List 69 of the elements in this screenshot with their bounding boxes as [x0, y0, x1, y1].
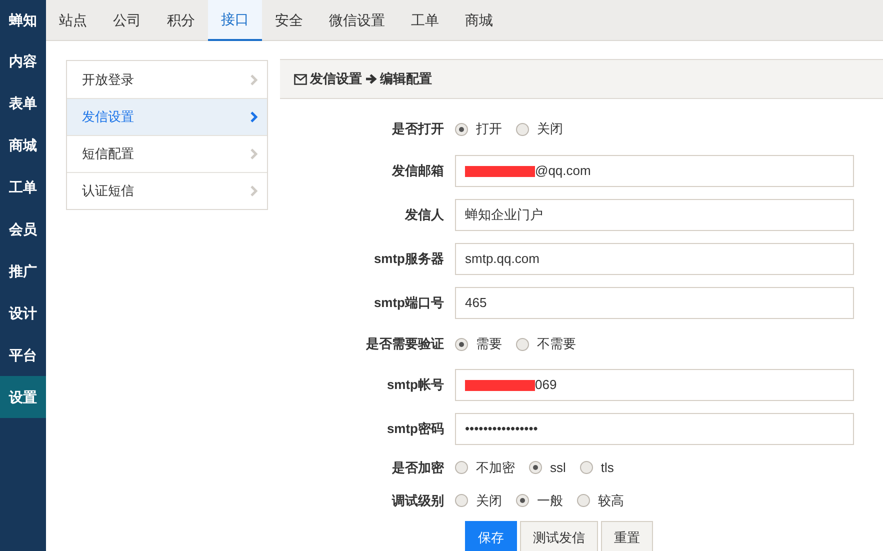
nav-tab[interactable]: 工单: [398, 0, 452, 41]
radio-option[interactable]: 需要: [455, 334, 502, 354]
nav-tab[interactable]: 公司: [100, 0, 154, 41]
chevron-icon: [250, 148, 258, 160]
radio-button[interactable]: [577, 494, 590, 507]
nav-tab[interactable]: 商城: [452, 0, 506, 41]
nav-tab[interactable]: 微信设置: [316, 0, 398, 41]
chevron-icon: [250, 74, 258, 86]
nav-tab[interactable]: 接口: [208, 0, 262, 41]
radio-button[interactable]: [455, 338, 468, 350]
radio-option[interactable]: tls: [580, 458, 614, 478]
radio-button[interactable]: [529, 461, 542, 474]
side-nav-item[interactable]: 推广: [0, 250, 46, 292]
chevron-icon: [250, 111, 258, 123]
panel-title: 发信设置: [310, 70, 362, 88]
field-label: 是否加密: [391, 458, 445, 477]
side-nav-item[interactable]: 商城: [0, 124, 46, 166]
field-label: 是否打开: [391, 120, 445, 138]
field-label: 是否需要验证: [365, 335, 445, 354]
panel-subtitle: 编辑配置: [380, 70, 432, 88]
form-button[interactable]: 测试发信: [520, 521, 598, 551]
radio-button[interactable]: [516, 494, 529, 507]
field-label: 发信人: [404, 206, 445, 224]
radio-option[interactable]: 不需要: [516, 334, 576, 354]
radio-button[interactable]: [516, 338, 529, 350]
nav-tab[interactable]: 站点: [46, 0, 100, 41]
radio-button[interactable]: [516, 122, 529, 136]
side-nav-item[interactable]: 设置: [0, 376, 46, 418]
radio-option[interactable]: 较高: [577, 490, 624, 510]
radio-option[interactable]: 关闭: [516, 119, 563, 139]
radio-option[interactable]: ssl: [529, 458, 566, 478]
brand-logo: 蝉知: [8, 10, 38, 30]
sub-menu-item[interactable]: 开放登录: [67, 61, 267, 98]
field-label: smtp服务器: [372, 250, 445, 268]
field-label: smtp帐号: [386, 376, 445, 394]
radio-button[interactable]: [455, 494, 468, 507]
input-field[interactable]: ••••••••••••••••: [455, 413, 854, 445]
nav-tab[interactable]: 安全: [262, 0, 316, 41]
radio-option[interactable]: 一般: [516, 490, 563, 510]
form-button[interactable]: 保存: [465, 521, 517, 551]
field-label: smtp端口号: [372, 294, 445, 312]
radio-option[interactable]: 打开: [455, 119, 502, 139]
field-label: smtp密码: [386, 420, 445, 438]
radio-button[interactable]: [455, 461, 468, 474]
side-nav-item[interactable]: 平台: [0, 334, 46, 376]
radio-button[interactable]: [580, 461, 593, 474]
sub-menu-item[interactable]: 发信设置: [67, 98, 267, 135]
nav-tab[interactable]: 积分: [154, 0, 208, 41]
sub-menu-item[interactable]: 短信配置: [67, 135, 267, 172]
side-nav-item[interactable]: 表单: [0, 82, 46, 124]
input-field[interactable]: 蝉知企业门户: [455, 199, 854, 231]
radio-button[interactable]: [455, 122, 468, 136]
input-field[interactable]: @qq.com: [455, 155, 854, 187]
side-nav-item[interactable]: 会员: [0, 208, 46, 250]
side-nav-item[interactable]: 内容: [0, 40, 46, 82]
input-field[interactable]: 069: [455, 369, 854, 401]
radio-option[interactable]: 不加密: [455, 458, 515, 478]
input-field[interactable]: smtp.qq.com: [455, 243, 854, 275]
input-field[interactable]: 465: [455, 287, 854, 319]
arrow-icon: [365, 73, 377, 85]
chevron-icon: [250, 185, 258, 197]
sub-menu-item[interactable]: 认证短信: [67, 172, 267, 209]
side-nav-item[interactable]: 设计: [0, 292, 46, 334]
radio-option[interactable]: 关闭: [455, 490, 502, 510]
envelope-icon: [294, 74, 307, 84]
field-label: 发信邮箱: [390, 162, 445, 180]
side-nav-item[interactable]: 工单: [0, 166, 46, 208]
form-button[interactable]: 重置: [601, 521, 653, 551]
field-label: 调试级别: [390, 492, 445, 510]
